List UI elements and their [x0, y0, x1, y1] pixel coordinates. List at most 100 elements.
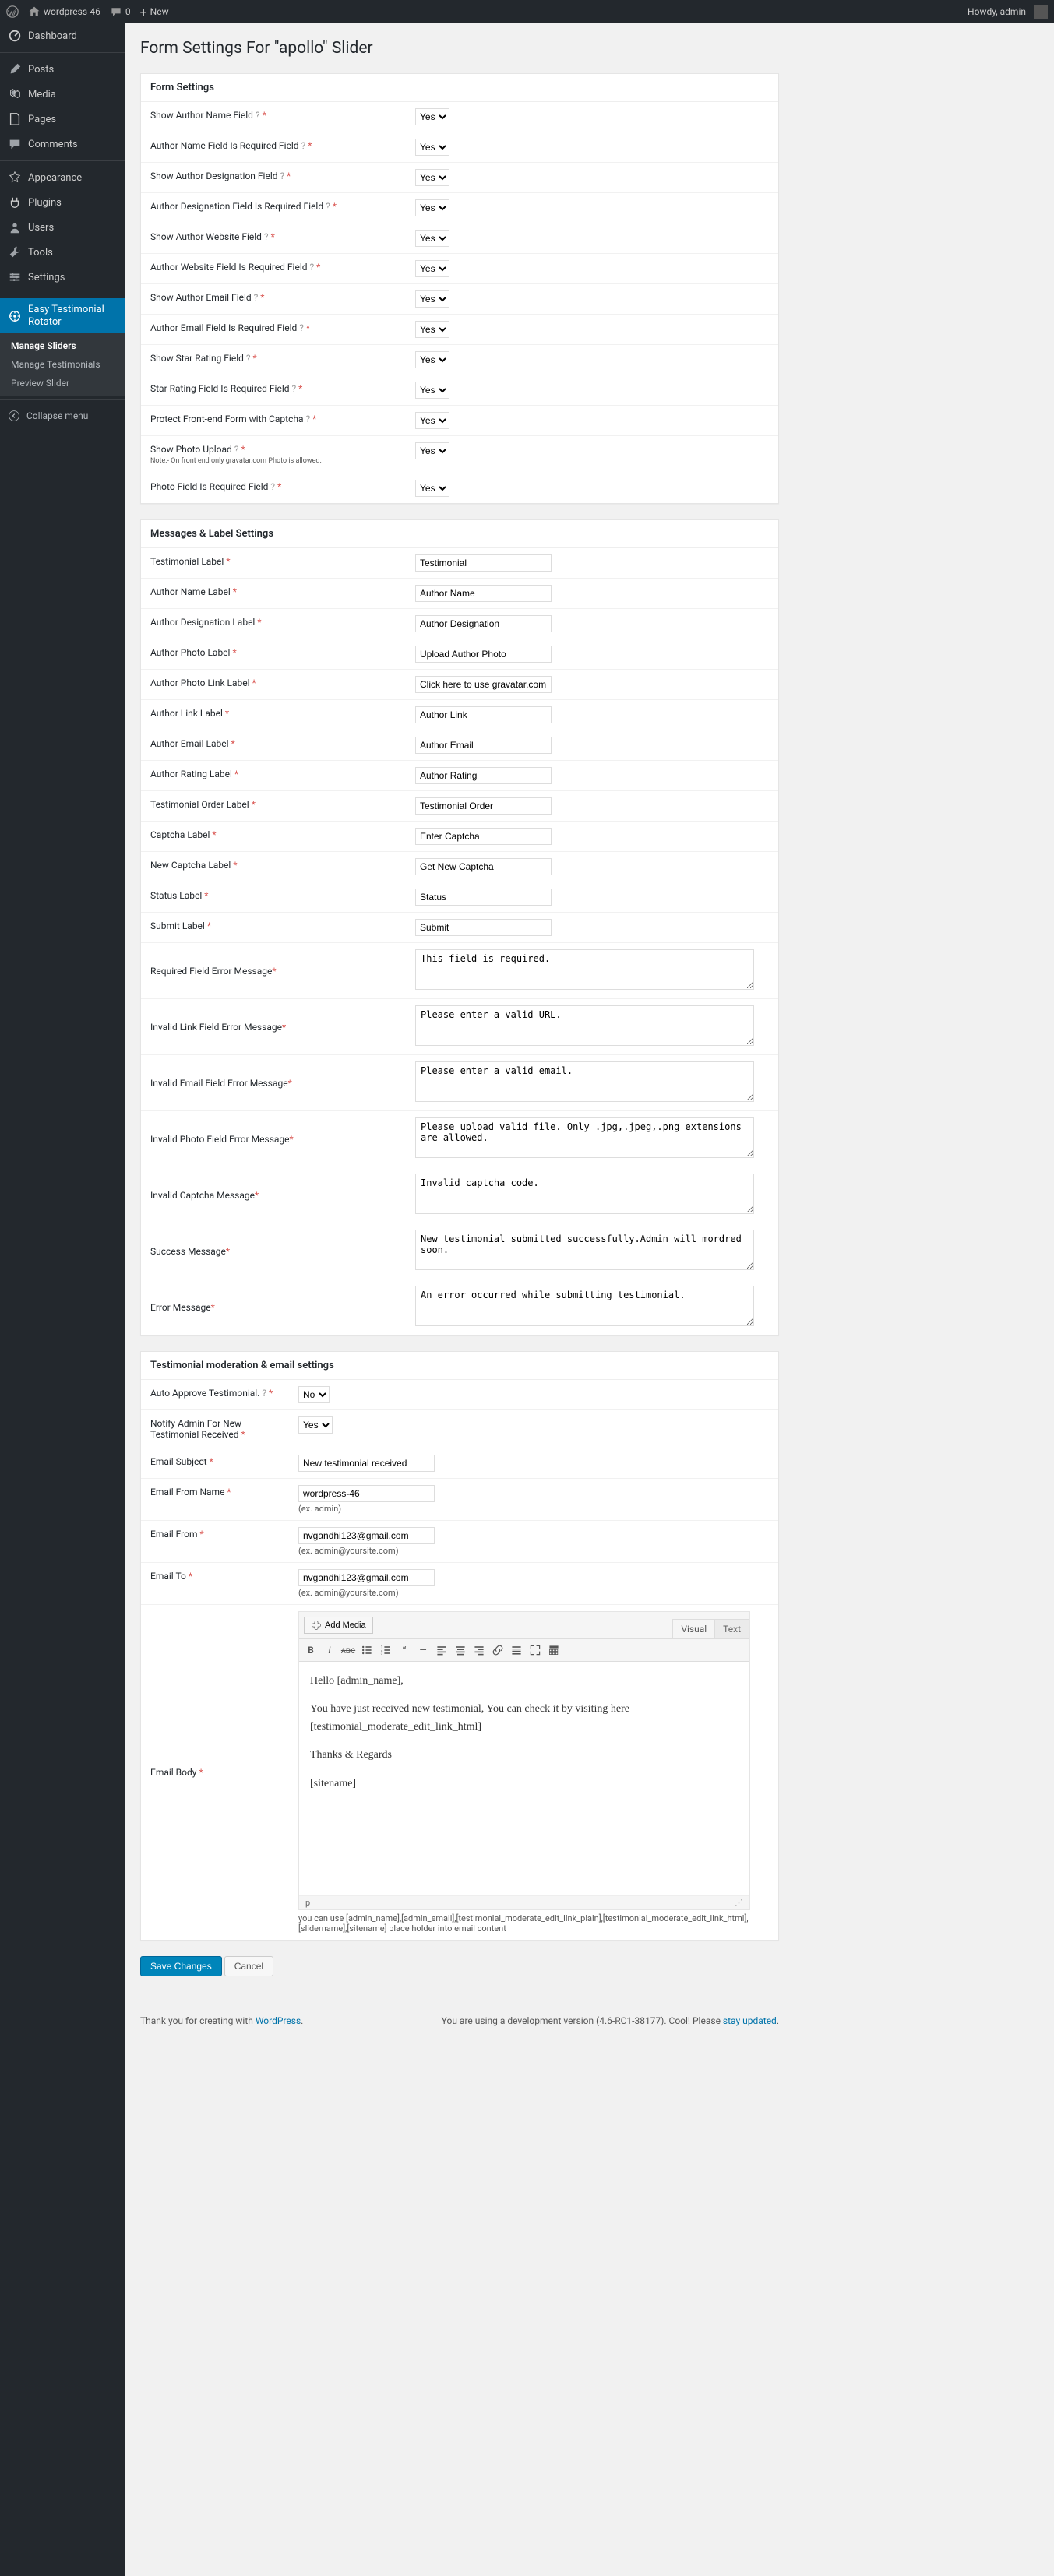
howdy[interactable]: Howdy, admin — [968, 5, 1048, 19]
tb-strike-icon[interactable]: ᴀʙᴄ — [340, 1642, 357, 1659]
fs-designation_required-label: Author Designation Field Is Required Fie… — [150, 201, 323, 212]
avatar — [1034, 5, 1048, 19]
lbl-testimonial_label-label: Testimonial Label — [150, 556, 226, 567]
lbl-invalid_email-input[interactable]: Please enter a valid email. — [415, 1061, 754, 1102]
lbl-error_msg-input[interactable]: An error occurred while submitting testi… — [415, 1286, 754, 1326]
fs-show_website-label: Show Author Website Field — [150, 231, 262, 242]
wp-logo[interactable] — [6, 5, 19, 18]
lbl-status_label-input[interactable] — [415, 889, 552, 906]
editor-hint: you can use [admin_name],[admin_email],[… — [298, 1913, 750, 1934]
email-from-input[interactable] — [298, 1527, 435, 1544]
fs-show_designation-select[interactable]: Yes — [415, 169, 449, 186]
auto-approve-select[interactable]: No — [298, 1386, 330, 1403]
tab-text[interactable]: Text — [714, 1619, 749, 1638]
fs-show_website-select[interactable]: Yes — [415, 230, 449, 247]
editor-resize-icon[interactable]: ⋰ — [735, 1898, 743, 1908]
menu-tools[interactable]: Tools — [0, 240, 125, 265]
fs-star_required-select[interactable]: Yes — [415, 382, 449, 399]
lbl-success_msg-input[interactable]: New testimonial submitted successfully.A… — [415, 1230, 754, 1270]
tb-align-center-icon[interactable] — [452, 1642, 469, 1659]
tb-italic-icon[interactable]: I — [321, 1642, 338, 1659]
menu-plugins[interactable]: Plugins — [0, 190, 125, 215]
tb-quote-icon[interactable]: “ — [396, 1642, 413, 1659]
fs-photo_required-label: Photo Field Is Required Field — [150, 481, 268, 492]
fs-email_required-select[interactable]: Yes — [415, 321, 449, 338]
email-to-hint: (ex. admin@yoursite.com) — [298, 1588, 769, 1598]
fs-show_email-label: Show Author Email Field — [150, 292, 252, 303]
email-to-input[interactable] — [298, 1569, 435, 1586]
fs-show_star-select[interactable]: Yes — [415, 351, 449, 368]
lbl-invalid_captcha-input[interactable]: Invalid captcha code. — [415, 1174, 754, 1214]
notify-admin-select[interactable]: Yes — [298, 1416, 333, 1434]
fs-show_photo-select[interactable]: Yes — [415, 442, 449, 459]
menu-appearance[interactable]: Appearance — [0, 165, 125, 190]
email-subject-input[interactable] — [298, 1455, 435, 1472]
fs-star_required-label: Star Rating Field Is Required Field — [150, 383, 290, 394]
tb-toolbar-toggle-icon[interactable] — [545, 1642, 562, 1659]
lbl-testimonial_order_label-input[interactable] — [415, 797, 552, 815]
lbl-new_captcha_label-input[interactable] — [415, 858, 552, 875]
lbl-required_err-input[interactable]: This field is required. — [415, 949, 754, 990]
menu-users[interactable]: Users — [0, 215, 125, 240]
lbl-author_photo_label-input[interactable] — [415, 646, 552, 663]
add-media-button[interactable]: Add Media — [304, 1617, 373, 1634]
save-button[interactable]: Save Changes — [140, 1956, 222, 1976]
fs-show_email-select[interactable]: Yes — [415, 290, 449, 308]
menu-pages[interactable]: Pages — [0, 107, 125, 132]
menu-posts[interactable]: Posts — [0, 57, 125, 82]
email-from-name-hint: (ex. admin) — [298, 1504, 769, 1514]
email-from-name-input[interactable] — [298, 1485, 435, 1502]
fs-designation_required-select[interactable]: Yes — [415, 199, 449, 216]
fs-website_required-select[interactable]: Yes — [415, 260, 449, 277]
submenu-preview-slider[interactable]: Preview Slider — [0, 374, 125, 392]
lbl-author_designation_label-input[interactable] — [415, 615, 552, 632]
lbl-invalid_photo-input[interactable]: Please upload valid file. Only .jpg,.jpe… — [415, 1117, 754, 1158]
collapse-menu[interactable]: Collapse menu — [0, 404, 125, 428]
tb-fullscreen-icon[interactable] — [527, 1642, 544, 1659]
lbl-author_rating_label-input[interactable] — [415, 767, 552, 784]
lbl-author_photo_link_label-input[interactable] — [415, 676, 552, 693]
submenu-manage-testimonials[interactable]: Manage Testimonials — [0, 355, 125, 374]
tb-more-icon[interactable] — [508, 1642, 525, 1659]
fs-author_name_required-label: Author Name Field Is Required Field — [150, 140, 299, 151]
lbl-submit_label-input[interactable] — [415, 919, 552, 936]
lbl-author_email_label-input[interactable] — [415, 737, 552, 754]
lbl-author_name_label-input[interactable] — [415, 585, 552, 602]
fs-author_name_required-select[interactable]: Yes — [415, 139, 449, 156]
menu-dashboard[interactable]: Dashboard — [0, 23, 125, 48]
lbl-captcha_label-input[interactable] — [415, 828, 552, 845]
tb-ul-icon[interactable] — [358, 1642, 375, 1659]
comments-bubble[interactable]: 0 — [110, 5, 131, 18]
new-content[interactable]: +New — [140, 5, 169, 19]
menu-comments[interactable]: Comments — [0, 132, 125, 157]
menu-pages-label: Pages — [28, 114, 56, 125]
submenu-manage-sliders[interactable]: Manage Sliders — [0, 336, 125, 355]
tb-align-left-icon[interactable] — [433, 1642, 450, 1659]
fs-photo_required-select[interactable]: Yes — [415, 480, 449, 497]
lbl-testimonial_label-input[interactable] — [415, 554, 552, 572]
cancel-button[interactable]: Cancel — [224, 1956, 273, 1976]
email-body-label: Email Body — [150, 1767, 196, 1778]
menu-rotator[interactable]: Easy Testimonial Rotator — [0, 298, 125, 333]
footer-wp-link[interactable]: WordPress — [256, 2015, 301, 2026]
tb-bold-icon[interactable]: B — [302, 1642, 319, 1659]
labels-heading: Messages & Label Settings — [141, 520, 778, 548]
lbl-invalid_link-input[interactable]: Please enter a valid URL. — [415, 1005, 754, 1046]
tb-ol-icon[interactable]: 123 — [377, 1642, 394, 1659]
fs-protect_captcha-select[interactable]: Yes — [415, 412, 449, 429]
fs-show_author_name-select[interactable]: Yes — [415, 108, 449, 125]
menu-media[interactable]: Media — [0, 82, 125, 107]
tb-align-right-icon[interactable] — [471, 1642, 488, 1659]
tb-link-icon[interactable] — [489, 1642, 506, 1659]
lbl-error_msg-label: Error Message — [150, 1302, 211, 1313]
form-settings-heading: Form Settings — [141, 74, 778, 102]
footer-update-link[interactable]: stay updated — [723, 2015, 777, 2026]
lbl-captcha_label-label: Captcha Label — [150, 829, 212, 840]
auto-approve-label: Auto Approve Testimonial. — [150, 1388, 259, 1399]
editor-body[interactable]: Hello [admin_name], You have just receiv… — [299, 1662, 749, 1895]
tb-hr-icon[interactable]: — — [414, 1642, 432, 1659]
lbl-author_link_label-input[interactable] — [415, 706, 552, 723]
site-name[interactable]: wordpress-46 — [28, 5, 100, 18]
tab-visual[interactable]: Visual — [672, 1619, 715, 1638]
menu-settings[interactable]: Settings — [0, 265, 125, 290]
